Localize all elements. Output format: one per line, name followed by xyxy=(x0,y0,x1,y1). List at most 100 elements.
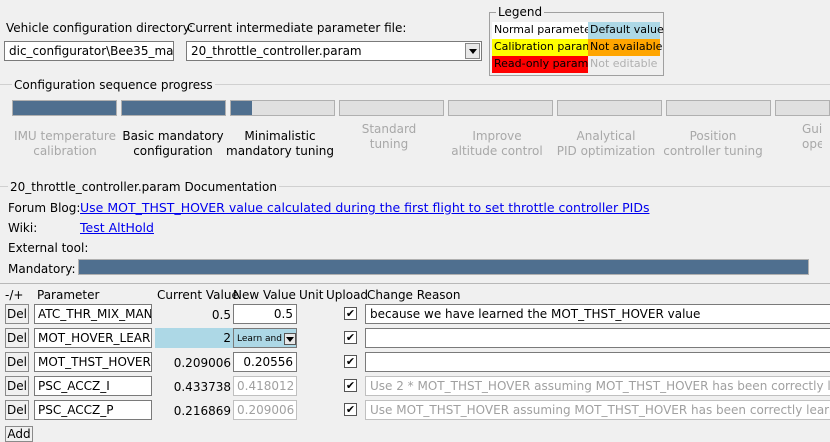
progress-step-line2: PID optimization xyxy=(556,144,656,158)
progress-segment xyxy=(557,100,662,116)
legend-not-available: Not available xyxy=(588,39,662,56)
parameter-name-field: ATC_THR_MIX_MAN xyxy=(34,304,152,324)
legend-default: Default value xyxy=(588,22,664,39)
upload-checkbox[interactable]: ✔ xyxy=(344,403,357,416)
progress-step-line2: calibration xyxy=(33,144,97,158)
parameter-name-field: PSC_ACCZ_P xyxy=(34,400,152,420)
progress-segment-fill xyxy=(231,101,252,115)
add-button[interactable]: Add xyxy=(5,426,33,442)
header-change-reason: Change Reason xyxy=(367,288,461,302)
mandatory-label: Mandatory: xyxy=(8,262,76,276)
legend-normal: Normal parameter xyxy=(492,22,595,39)
new-value-input[interactable]: 0.20556 xyxy=(233,352,297,372)
progress-step-line1: Guid xyxy=(802,122,822,136)
new-value-input: 0.209006 xyxy=(233,400,297,420)
progress-step[interactable]: Minimalistic mandatory tuning xyxy=(226,129,334,159)
progress-segment xyxy=(230,100,335,116)
current-value: 0.433738 xyxy=(173,380,231,394)
progress-segment xyxy=(121,100,226,116)
legend-readonly: Read-only param xyxy=(492,56,588,73)
progress-step-line1: Basic mandatory xyxy=(122,129,224,143)
delete-button[interactable]: Del xyxy=(5,400,29,420)
delete-button[interactable]: Del xyxy=(5,328,29,348)
delete-button[interactable]: Del xyxy=(5,376,29,396)
progress-segment xyxy=(448,100,553,116)
progress-segment xyxy=(666,100,771,116)
progress-step-line2: operat xyxy=(802,137,822,151)
current-value: 0.209006 xyxy=(173,356,231,370)
progress-step[interactable]: Basic mandatory configuration xyxy=(119,129,227,159)
wiki-label: Wiki: xyxy=(8,221,38,235)
header-addrem: -/+ xyxy=(5,288,24,302)
progress-step[interactable]: Guidoperat xyxy=(802,122,822,152)
change-reason-input: Use 2 * MOT_THST_HOVER assuming MOT_THST… xyxy=(365,376,830,396)
header-upload: Upload xyxy=(326,288,369,302)
change-reason-input: Use MOT_THST_HOVER assuming MOT_THST_HOV… xyxy=(365,400,830,420)
progress-step-line1: Analytical xyxy=(576,129,636,143)
upload-checkbox[interactable]: ✔ xyxy=(344,355,357,368)
new-value-select[interactable]: Learn and S xyxy=(234,329,298,349)
current-value: 0.216869 xyxy=(173,404,231,418)
header-unit: Unit xyxy=(299,288,324,302)
forum-link[interactable]: Use MOT_THST_HOVER value calculated duri… xyxy=(80,200,649,215)
delete-button[interactable]: Del xyxy=(5,352,29,372)
progress-step[interactable]: Improve altitude control xyxy=(443,129,551,159)
delete-button[interactable]: Del xyxy=(5,304,29,324)
change-reason-input[interactable] xyxy=(365,328,830,348)
progress-step-line1: IMU temperature xyxy=(14,129,116,143)
vehicle-dir-field[interactable]: dic_configurator\Bee35_matek xyxy=(4,41,174,61)
progress-step[interactable]: Position controller tuning xyxy=(659,129,767,159)
header-parameter: Parameter xyxy=(37,288,100,302)
forum-label: Forum Blog: xyxy=(8,201,81,215)
progress-step-line2: altitude control xyxy=(451,144,543,158)
vehicle-dir-label: Vehicle configuration directory: xyxy=(6,21,193,35)
new-value-input[interactable]: 0.5 xyxy=(233,304,297,324)
external-tool-label: External tool: xyxy=(8,241,89,255)
wiki-link[interactable]: Test AltHold xyxy=(80,220,154,235)
triangle-down-icon xyxy=(286,336,294,342)
progress-step-line1: Improve xyxy=(472,129,522,143)
mandatory-bar-fill xyxy=(79,260,808,274)
new-value-option: Learn and S xyxy=(237,334,291,344)
legend-title: Legend xyxy=(496,5,545,19)
progress-segment-fill xyxy=(122,101,225,115)
header-current-value: Current Value xyxy=(157,288,239,302)
parameter-name-field: MOT_THST_HOVER xyxy=(34,352,152,372)
progress-step[interactable]: IMU temperature calibration xyxy=(11,129,119,159)
progress-step[interactable]: Standard tuning xyxy=(335,122,443,152)
progress-step-line2: mandatory tuning xyxy=(226,144,334,158)
mandatory-bar xyxy=(78,259,809,275)
legend-not-editable: Not editable xyxy=(590,57,658,70)
progress-step-line2: tuning xyxy=(369,137,409,151)
param-file-label: Current intermediate parameter file: xyxy=(187,21,407,35)
change-reason-input[interactable]: because we have learned the MOT_THST_HOV… xyxy=(365,304,830,324)
progress-segment xyxy=(339,100,444,116)
param-file-select[interactable]: 20_throttle_controller.param xyxy=(186,41,482,61)
change-reason-input[interactable] xyxy=(365,352,830,372)
legend-calibration: Calibration param xyxy=(492,39,593,56)
current-value: 2 xyxy=(155,328,233,348)
progress-step-line2: controller tuning xyxy=(663,144,763,158)
progress-step-line2: configuration xyxy=(133,144,213,158)
progress-step-line1: Position xyxy=(689,129,737,143)
new-value-input: 0.418012 xyxy=(233,376,297,396)
doc-title: 20_throttle_controller.param Documentati… xyxy=(8,180,279,194)
new-value-combo[interactable]: Learn and S xyxy=(233,328,297,348)
dropdown-arrow-icon[interactable] xyxy=(284,333,296,345)
current-value: 0.5 xyxy=(211,308,231,322)
parameter-name-field: PSC_ACCZ_I xyxy=(34,376,152,396)
progress-segment-fill xyxy=(13,101,116,115)
parameter-name-field: MOT_HOVER_LEARN xyxy=(34,328,152,348)
upload-checkbox[interactable]: ✔ xyxy=(344,331,357,344)
upload-checkbox[interactable]: ✔ xyxy=(344,307,357,320)
progress-step[interactable]: Analytical PID optimization xyxy=(552,129,660,159)
progress-segment xyxy=(775,100,830,116)
param-file-value: 20_throttle_controller.param xyxy=(191,44,362,58)
progress-segment xyxy=(12,100,117,116)
progress-step-line1: Minimalistic xyxy=(244,129,316,143)
header-new-value: New Value xyxy=(233,288,296,302)
dropdown-arrow-icon[interactable] xyxy=(465,43,480,59)
upload-checkbox[interactable]: ✔ xyxy=(344,379,357,392)
progress-step-line1: Standard xyxy=(361,122,417,136)
progress-title: Configuration sequence progress xyxy=(12,78,215,92)
